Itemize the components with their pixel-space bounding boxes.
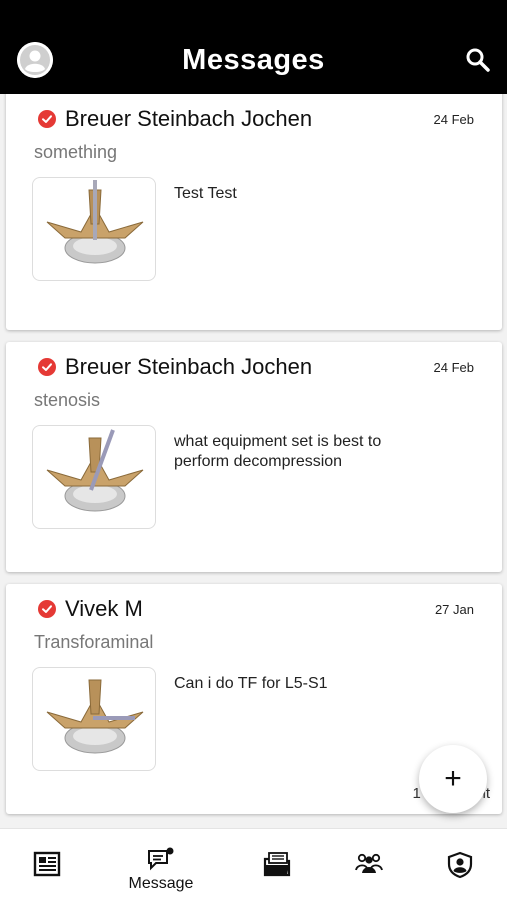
plus-icon: + [444,762,462,795]
post-text: Can i do TF for L5-S1 [174,675,328,692]
vertebra-image [46,180,144,264]
post-thumbnail[interactable] [32,425,156,529]
message-icon [148,847,174,871]
folder-icon [263,852,291,877]
post-text: Test Test [174,185,237,202]
post-topic: something [34,142,118,162]
nav-item-message[interactable]: Message [116,829,206,900]
verified-check-icon [38,110,56,128]
author-name[interactable]: Vivek M [65,596,143,622]
message-feed[interactable]: Breuer Steinbach Jochen 24 Feb something… [0,94,507,828]
message-card[interactable]: Breuer Steinbach Jochen 24 Feb stenosis … [6,342,502,572]
post-date: 27 Jan [434,602,474,617]
bottom-nav: Message [0,828,507,900]
nav-item-folder[interactable] [262,829,292,900]
news-icon [33,851,61,877]
search-icon [466,48,490,72]
new-message-button[interactable]: + [419,745,487,813]
app-header: Messages [0,0,507,94]
nav-item-community[interactable] [353,829,385,900]
post-date: 24 Feb [433,112,474,127]
vertebra-image [46,429,144,512]
author-name[interactable]: Breuer Steinbach Jochen [65,354,312,380]
verified-check-icon [38,600,56,618]
vertebra-image [46,679,144,754]
nav-item-profile[interactable] [445,829,475,900]
author-name[interactable]: Breuer Steinbach Jochen [65,106,312,132]
post-thumbnail[interactable] [32,667,156,771]
search-button[interactable] [465,47,491,73]
message-card[interactable]: Breuer Steinbach Jochen 24 Feb something… [6,94,502,330]
post-text: what equipment set is best to perform de… [174,433,382,470]
post-topic: Transforaminal [34,632,154,652]
verified-check-icon [38,358,56,376]
nav-item-news[interactable] [27,829,67,900]
shield-user-icon [447,851,473,879]
post-thumbnail[interactable] [32,177,156,281]
group-icon [355,853,383,873]
post-topic: stenosis [34,390,101,410]
post-date: 24 Feb [433,360,474,375]
page-title: Messages [182,44,325,76]
nav-label-message: Message [128,875,194,892]
